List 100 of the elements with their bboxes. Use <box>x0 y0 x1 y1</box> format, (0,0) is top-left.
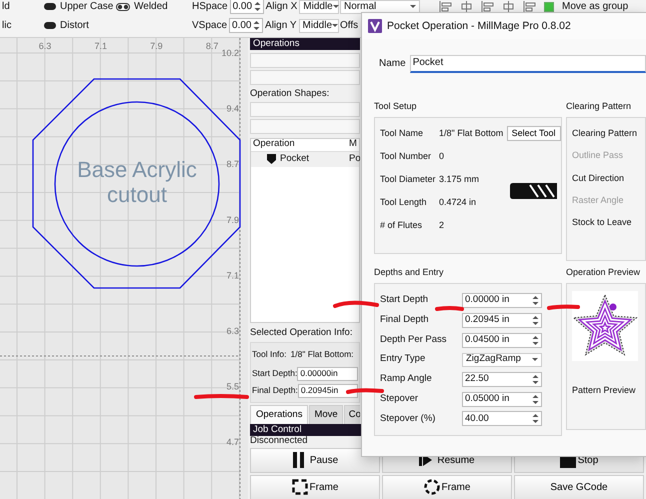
field-label: Offs <box>340 20 358 32</box>
field-label: Tool Number <box>380 151 432 162</box>
field-label: Ramp Angle <box>380 374 433 386</box>
column-header: M <box>348 138 358 151</box>
group-title: Clearing Pattern <box>566 101 632 113</box>
caret-icon <box>532 358 538 362</box>
group-title: Depths and Entry <box>374 267 445 279</box>
dropdown[interactable]: Middle <box>299 0 340 14</box>
ruler-label: 8.7 <box>226 159 239 170</box>
job-button[interactable]: Save GCode <box>514 474 644 499</box>
field-label: Entry Type <box>380 354 426 366</box>
annotation-stroke <box>435 306 464 311</box>
number-field[interactable]: 22.50 <box>462 372 542 388</box>
align-middle-icon <box>502 1 515 12</box>
dropdown[interactable] <box>250 118 360 134</box>
number-field[interactable]: 0.00000 in <box>462 293 542 308</box>
number-field[interactable]: 40.00 <box>462 411 542 426</box>
tab[interactable]: Operations <box>250 405 308 424</box>
annotation-stroke <box>333 300 379 308</box>
toggle-label[interactable]: Upper Case <box>60 0 114 12</box>
field-label: Stock to Leave <box>572 217 633 228</box>
ruler-label: 6.3 <box>226 326 239 336</box>
ruler-label: 7.9 <box>150 41 163 51</box>
toggle-label[interactable]: Distort <box>60 20 89 32</box>
dropdown[interactable] <box>250 70 360 85</box>
field-value: 1/8" Flat Bottom <box>438 128 504 139</box>
number-field[interactable]: 0.04500 in <box>462 332 542 348</box>
annotation-stroke <box>547 304 580 310</box>
align-left-icon <box>439 1 452 12</box>
table-row[interactable]: Pocket Po <box>251 152 359 167</box>
job-button[interactable]: Pause <box>250 448 380 473</box>
toggle-label[interactable]: Welded <box>134 0 168 12</box>
caret-icon <box>410 5 416 8</box>
spinner-arrows-icon <box>532 394 539 405</box>
field-label: Depth Per Pass <box>380 334 448 346</box>
input-field[interactable]: 0.00000in <box>297 367 358 381</box>
number-field[interactable]: 0.00 <box>229 18 264 33</box>
field-label: Align X <box>266 0 298 12</box>
annotation-stroke <box>194 394 249 399</box>
input-field[interactable]: 0.20945in <box>298 384 358 398</box>
field-label: Final Depth: <box>252 386 298 396</box>
number-field[interactable]: 0.00 <box>230 0 264 14</box>
star-pattern-drawing <box>572 291 638 361</box>
align-center-icon <box>460 1 473 12</box>
link-toggle-icon <box>116 2 130 10</box>
dropdown[interactable] <box>250 53 360 68</box>
field-label: Align Y <box>265 20 297 32</box>
dashed-square-icon <box>292 479 308 496</box>
preview-button[interactable]: Pattern Preview <box>572 385 636 396</box>
canvas-text: Base Acrylic <box>77 157 197 182</box>
ruler-label: 8.7 <box>206 41 218 51</box>
dashed-circle-icon <box>424 479 440 496</box>
toggle-icon <box>44 3 56 10</box>
spinner-arrows-icon <box>253 20 260 31</box>
text-style-option[interactable]: lic <box>2 20 12 32</box>
dropdown-value: ZigZagRamp <box>466 354 521 366</box>
field-label: Outline Pass <box>572 150 624 161</box>
group-title: Operation Preview <box>566 267 642 279</box>
job-button[interactable]: Frame <box>382 474 512 499</box>
ruler-label: 7.9 <box>226 214 239 225</box>
field-label: Start Depth: <box>252 369 298 379</box>
canvas-text: cutout <box>107 182 167 207</box>
drill-bit-icon <box>510 182 558 200</box>
field-value: 0 <box>438 151 445 162</box>
tab[interactable]: Move <box>309 405 343 424</box>
field-label: Start Depth <box>380 295 430 306</box>
ruler-label: 10.2 <box>221 48 239 58</box>
column-header: Operation <box>252 138 296 151</box>
annotation-stroke <box>346 388 384 394</box>
field-label: Name <box>379 58 406 70</box>
ruler-label: 6.3 <box>38 41 52 51</box>
ruler-label: 9.4 <box>226 104 239 114</box>
field-label: Tool Length <box>380 197 428 208</box>
distribute-icon <box>523 1 536 12</box>
field-label: HSpace <box>192 0 228 12</box>
dropdown[interactable]: Middle <box>298 18 339 32</box>
pocket-icon <box>267 154 276 164</box>
field-label: # of Flutes <box>380 220 424 231</box>
ruler-label: 7.1 <box>226 270 239 280</box>
name-field[interactable]: Pocket <box>410 55 646 73</box>
dropdown-value: Middle <box>302 20 332 32</box>
panel-header: Operations <box>250 38 360 50</box>
field-label: Clearing Pattern <box>572 128 638 138</box>
field-label: Stepover (%) <box>380 414 436 424</box>
group-title: Tool Setup <box>374 101 418 113</box>
field-label: Stepover <box>380 394 420 405</box>
dropdown[interactable] <box>250 102 360 117</box>
field-label: Tool Info: <box>252 350 286 360</box>
ruler-label: 7.1 <box>94 41 107 51</box>
section-label: Selected Operation Info: <box>250 328 354 340</box>
job-button[interactable]: Frame <box>250 474 380 499</box>
checkbox-label[interactable]: Move as group <box>562 0 628 12</box>
dropdown[interactable]: ZigZagRamp <box>462 352 542 367</box>
number-field[interactable]: 0.20945 in <box>462 313 542 328</box>
field-label: VSpace <box>192 20 228 32</box>
select-tool-button[interactable]: Select Tool <box>506 126 561 141</box>
checkbox[interactable] <box>544 2 554 12</box>
number-field[interactable]: 0.05000 in <box>462 392 542 407</box>
text-style-option[interactable]: ld <box>2 0 10 12</box>
spinner-arrows-icon <box>532 334 539 346</box>
